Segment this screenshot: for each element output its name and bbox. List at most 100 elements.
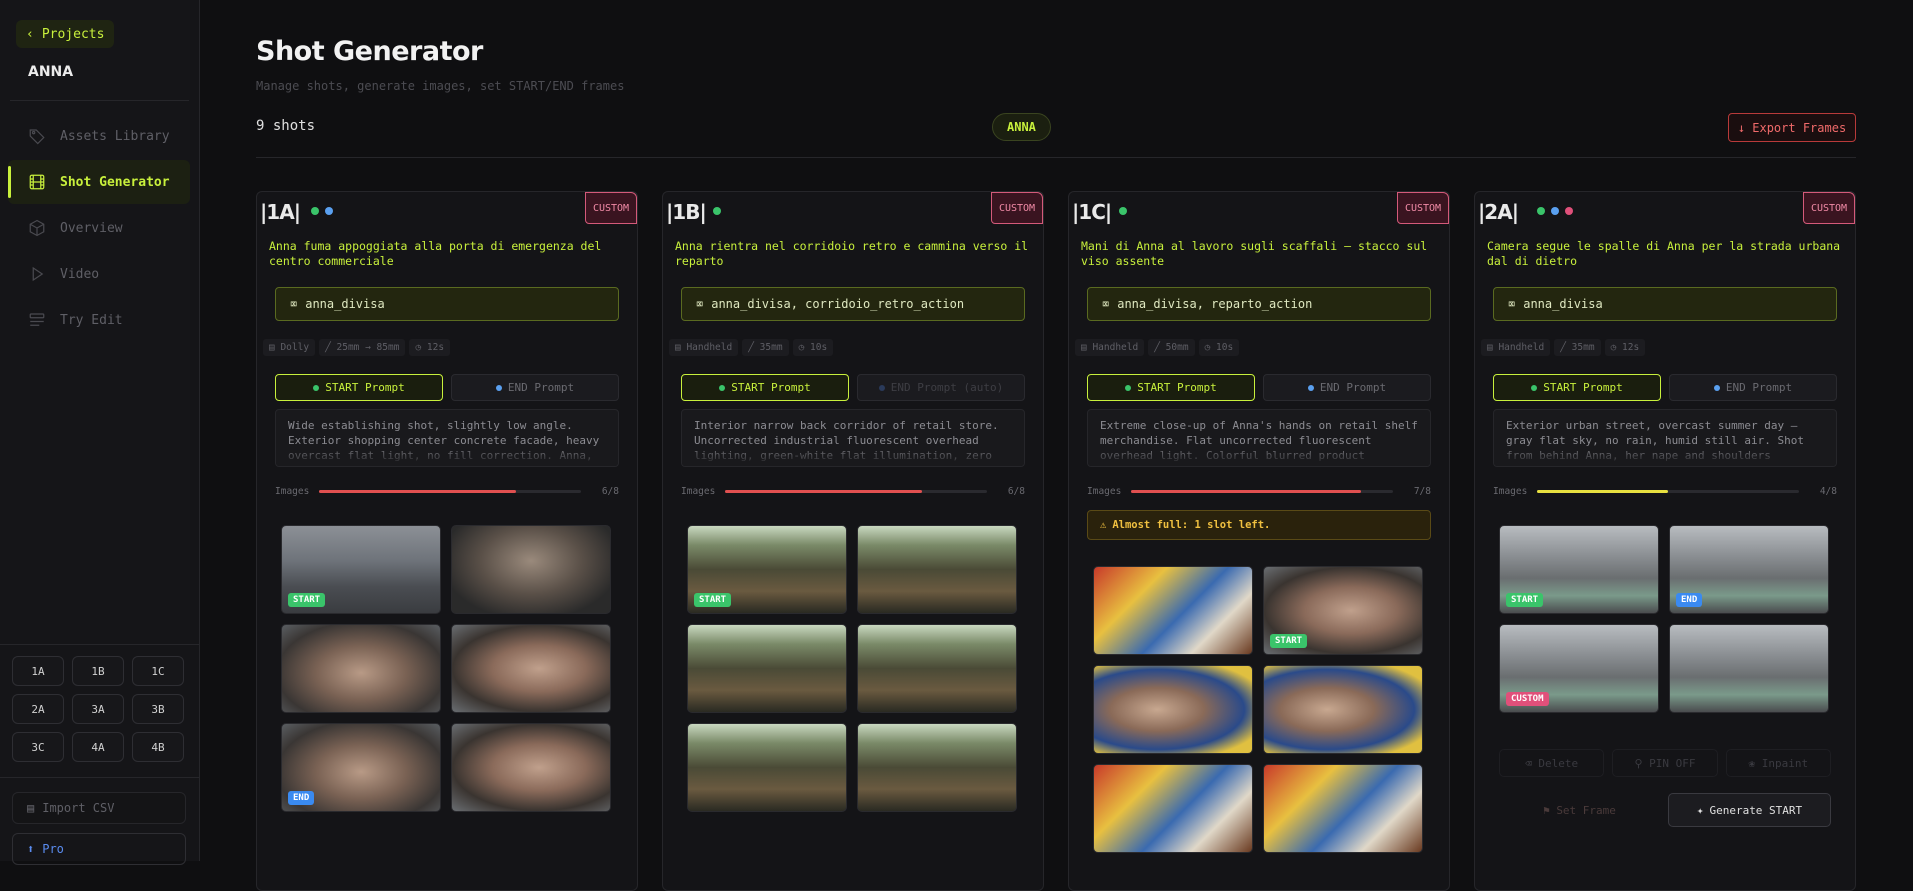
tab-start-prompt[interactable]: START Prompt bbox=[1493, 374, 1661, 401]
assets-field[interactable]: ⌧ anna_divisa, reparto_action bbox=[1087, 287, 1431, 321]
progress-bar bbox=[1537, 490, 1800, 493]
generated-image[interactable]: START bbox=[1263, 566, 1423, 655]
delete-button[interactable]: ⌫ Delete bbox=[1499, 749, 1605, 777]
camera-move: ▤ Handheld bbox=[1481, 339, 1551, 356]
generated-image[interactable] bbox=[857, 624, 1017, 713]
tab-label: END Prompt bbox=[507, 381, 575, 394]
pin-button[interactable]: ⚲ PIN OFF bbox=[1612, 749, 1718, 777]
inpaint-button[interactable]: ❀ Inpaint bbox=[1725, 749, 1831, 777]
shot-chip[interactable]: 4B bbox=[132, 732, 184, 762]
shot-chip[interactable]: 3B bbox=[132, 694, 184, 724]
dot-icon bbox=[1125, 384, 1132, 391]
tab-start-prompt[interactable]: START Prompt bbox=[275, 374, 443, 401]
import-csv-button[interactable]: ▤ Import CSV bbox=[12, 792, 186, 824]
shot-title: Mani di Anna al lavoro sugli scaffali — … bbox=[1081, 239, 1428, 268]
sparkle-icon: ✦ bbox=[1696, 803, 1704, 817]
generated-image[interactable] bbox=[451, 624, 611, 713]
dot-icon bbox=[719, 384, 726, 391]
pro-button[interactable]: ⬆ Pro bbox=[12, 833, 186, 865]
prompt-textarea[interactable]: Extreme close-up of Anna's hands on reta… bbox=[1087, 409, 1431, 467]
sidebar-item-assets-library[interactable]: Assets Library bbox=[8, 114, 190, 158]
export-frames-button[interactable]: ↓ Export Frames bbox=[1728, 113, 1856, 142]
start-status-dot bbox=[1537, 207, 1545, 215]
shot-chip[interactable]: 3A bbox=[72, 694, 124, 724]
shot-chip[interactable]: 1B bbox=[72, 656, 124, 686]
assets-value: anna_divisa bbox=[1523, 297, 1603, 311]
tab-end-prompt[interactable]: END Prompt bbox=[1263, 374, 1431, 401]
custom-status-dot bbox=[1565, 207, 1573, 215]
generated-image[interactable] bbox=[281, 624, 441, 713]
sidebar-item-shot-generator[interactable]: Shot Generator bbox=[8, 160, 190, 204]
tab-end-prompt[interactable]: END Prompt bbox=[1669, 374, 1837, 401]
generated-image[interactable]: START bbox=[687, 525, 847, 614]
sidebar-item-label: Video bbox=[60, 266, 100, 282]
generated-image[interactable] bbox=[857, 723, 1017, 812]
assets-field[interactable]: ⌧ anna_divisa bbox=[1493, 287, 1837, 321]
film-icon bbox=[29, 174, 45, 190]
shot-chip[interactable]: 2A bbox=[12, 694, 64, 724]
tab-start-prompt[interactable]: START Prompt bbox=[1087, 374, 1255, 401]
frame-actions: ⚑ Set Frame ✦ Generate START bbox=[1499, 793, 1831, 827]
shot-chip[interactable]: 1A bbox=[12, 656, 64, 686]
custom-badge[interactable]: CUSTOM bbox=[585, 192, 637, 224]
generated-image[interactable] bbox=[451, 525, 611, 614]
images-count: 7/8 bbox=[1413, 486, 1431, 497]
shot-id: |1B| bbox=[666, 200, 707, 224]
tab-end-prompt[interactable]: END Prompt bbox=[451, 374, 619, 401]
sidebar-item-overview[interactable]: Overview bbox=[8, 206, 190, 250]
images-label: Images bbox=[1493, 486, 1528, 497]
generated-image[interactable]: START bbox=[281, 525, 441, 614]
custom-badge[interactable]: CUSTOM bbox=[1397, 192, 1449, 224]
generated-image[interactable] bbox=[1669, 624, 1829, 713]
tab-label: END Prompt bbox=[1725, 381, 1793, 394]
back-to-projects-button[interactable]: ‹ Projects bbox=[16, 20, 115, 48]
shot-title: Anna fuma appoggiata alla porta di emerg… bbox=[269, 239, 602, 268]
generated-image[interactable]: CUSTOM bbox=[1499, 624, 1659, 713]
custom-badge[interactable]: CUSTOM bbox=[991, 192, 1043, 224]
end-tag: END bbox=[288, 791, 315, 805]
set-frame-button[interactable]: ⚑ Set Frame bbox=[1499, 793, 1660, 827]
progress-fill bbox=[1131, 490, 1361, 493]
generated-image[interactable]: END bbox=[281, 723, 441, 812]
generated-image[interactable] bbox=[451, 723, 611, 812]
shot-meta: ▤ Handheld ╱ 35mm ◷ 10s bbox=[669, 339, 834, 356]
images-label: Images bbox=[681, 486, 716, 497]
progress-fill bbox=[1537, 490, 1669, 493]
shot-chip[interactable]: 4A bbox=[72, 732, 124, 762]
shot-title: Anna rientra nel corridoio retro e cammi… bbox=[675, 239, 1029, 268]
assets-field[interactable]: ⌧ anna_divisa, corridoio_retro_action bbox=[681, 287, 1025, 321]
custom-badge[interactable]: CUSTOM bbox=[1803, 192, 1855, 224]
generated-image[interactable]: END bbox=[1669, 525, 1829, 614]
prompt-textarea[interactable]: Exterior urban street, overcast summer d… bbox=[1493, 409, 1837, 467]
sidebar-item-label: Try Edit bbox=[60, 312, 123, 328]
sidebar-item-video[interactable]: Video bbox=[8, 252, 190, 296]
dot-icon bbox=[1713, 384, 1720, 391]
generate-start-button[interactable]: ✦ Generate START bbox=[1668, 793, 1831, 827]
shot-chip[interactable]: 3C bbox=[12, 732, 64, 762]
tab-start-prompt[interactable]: START Prompt bbox=[681, 374, 849, 401]
generated-image[interactable]: START bbox=[1499, 525, 1659, 614]
prompt-textarea[interactable]: Wide establishing shot, slightly low ang… bbox=[275, 409, 619, 467]
paperclip-icon: ⌧ bbox=[1102, 297, 1110, 311]
tab-end-prompt[interactable]: END Prompt (auto) bbox=[857, 374, 1025, 401]
generated-image[interactable] bbox=[857, 525, 1017, 614]
generated-image[interactable] bbox=[687, 723, 847, 812]
start-tag: START bbox=[288, 593, 326, 607]
pushpin-icon: ⚑ bbox=[1543, 803, 1557, 817]
duration: ◷ 12s bbox=[1604, 339, 1646, 356]
generated-image[interactable] bbox=[1093, 764, 1253, 853]
prompt-textarea[interactable]: Interior narrow back corridor of retail … bbox=[681, 409, 1025, 467]
generated-image[interactable] bbox=[687, 624, 847, 713]
generated-image[interactable] bbox=[1093, 566, 1253, 655]
generated-image[interactable] bbox=[1263, 764, 1423, 853]
end-status-dot bbox=[1551, 207, 1559, 215]
dot-icon bbox=[878, 384, 885, 391]
shot-chip[interactable]: 1C bbox=[132, 656, 184, 686]
dot-icon bbox=[495, 384, 502, 391]
progress-fill bbox=[319, 490, 516, 493]
generated-image[interactable] bbox=[1093, 665, 1253, 754]
assets-field[interactable]: ⌧ anna_divisa bbox=[275, 287, 619, 321]
shot-id: |2A| bbox=[1478, 200, 1519, 224]
generated-image[interactable] bbox=[1263, 665, 1423, 754]
sidebar-item-try-edit[interactable]: Try Edit bbox=[8, 298, 190, 342]
